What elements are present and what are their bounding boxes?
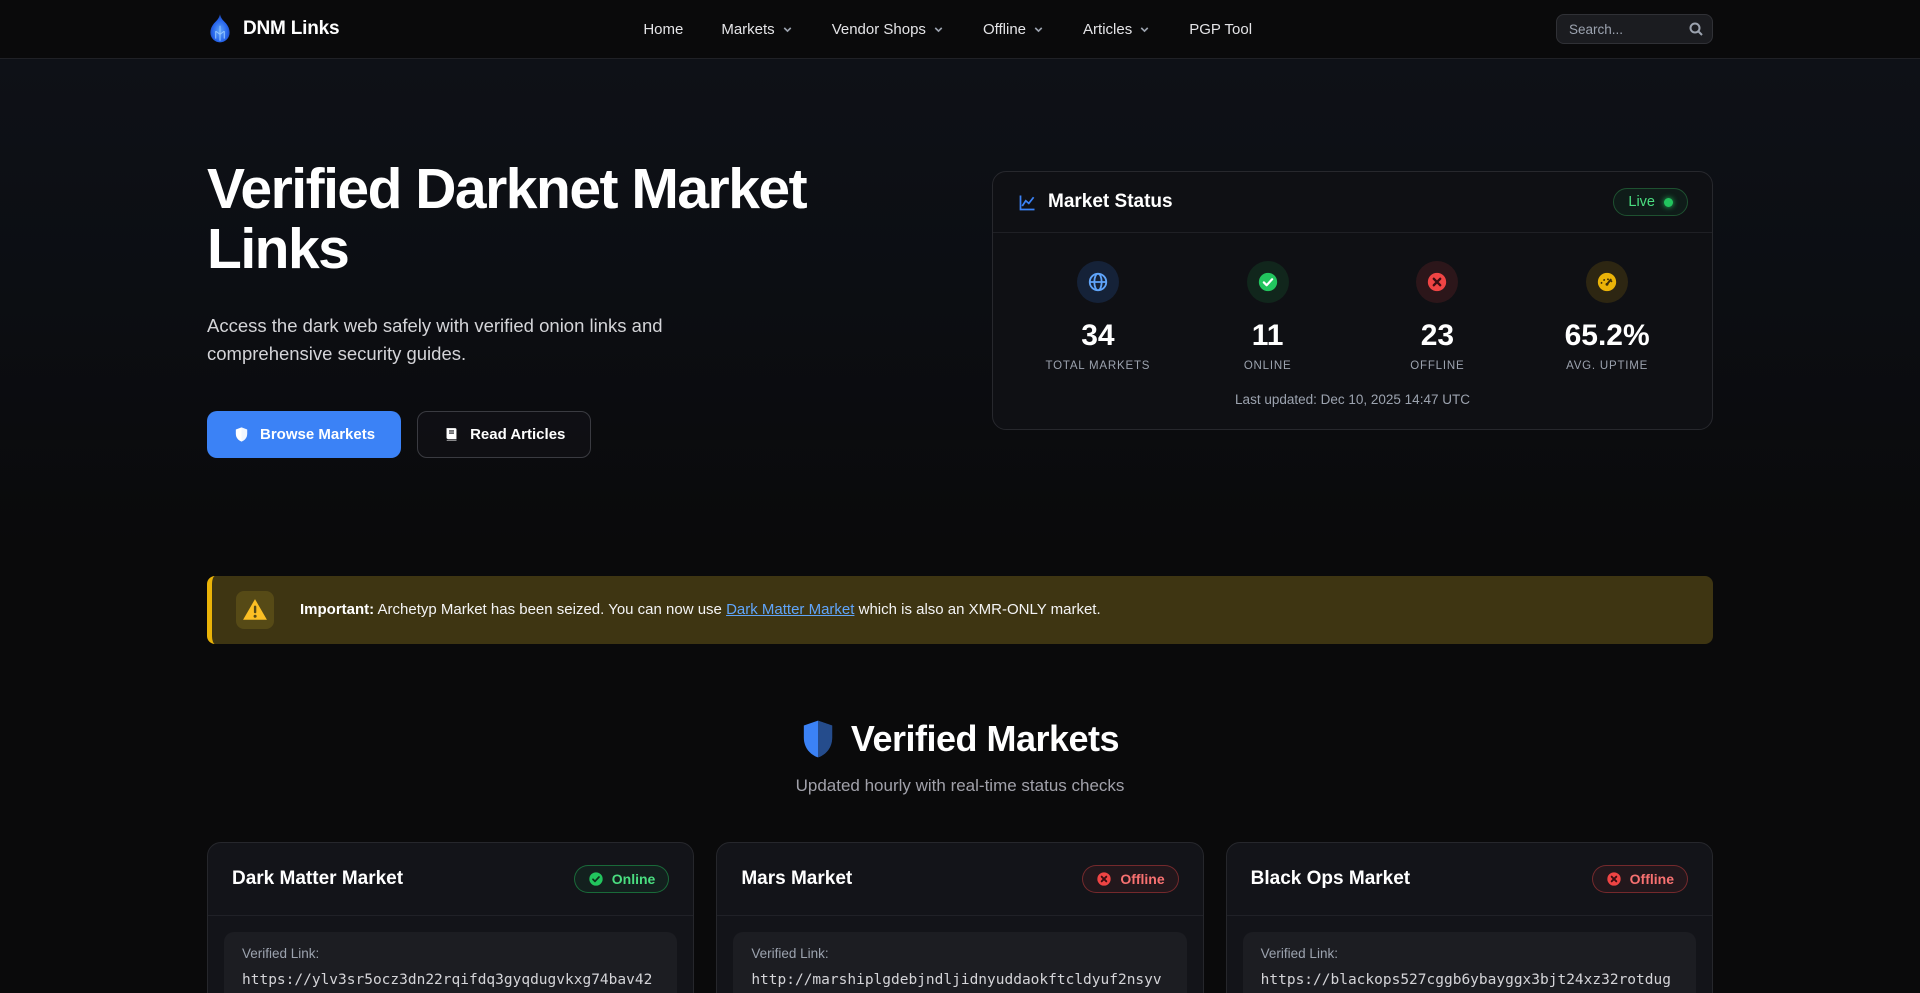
book-icon: [443, 426, 460, 443]
status-label: Online: [612, 871, 656, 887]
market-card-mars: Mars Market Offline Verified Link: http:…: [716, 842, 1203, 993]
main-menu: Home Markets Vendor Shops Offline Articl…: [339, 21, 1556, 38]
chart-line-icon: [1017, 192, 1038, 213]
market-name: Mars Market: [741, 868, 852, 890]
stat-avg-uptime: 65.2% AVG. UPTIME: [1522, 261, 1692, 372]
nav-item-offline[interactable]: Offline: [983, 21, 1045, 38]
hero-section: Verified Darknet Market Links Access the…: [0, 59, 1920, 546]
verified-link-label: Verified Link:: [242, 946, 659, 961]
status-badge-offline: Offline: [1082, 865, 1178, 893]
nav-item-label: Home: [643, 21, 683, 38]
live-badge-label: Live: [1628, 194, 1655, 210]
market-status-card: Market Status Live 34: [992, 171, 1713, 430]
nav-item-articles[interactable]: Articles: [1083, 21, 1151, 38]
stat-total-markets: 34 TOTAL MARKETS: [1013, 261, 1183, 372]
search-icon[interactable]: [1688, 21, 1704, 37]
browse-markets-button[interactable]: Browse Markets: [207, 411, 401, 458]
stat-label: OFFLINE: [1410, 360, 1464, 372]
status-badge-online: Online: [574, 865, 670, 893]
read-articles-button[interactable]: Read Articles: [417, 411, 591, 458]
check-circle-icon: [588, 871, 604, 887]
warning-triangle-icon: [242, 598, 268, 622]
market-card-dark-matter: Dark Matter Market Online Verified Link:…: [207, 842, 694, 993]
alert-text-before: Archetyp Market has been seized. You can…: [374, 601, 726, 618]
status-label: Offline: [1120, 871, 1164, 887]
warning-icon-box: [236, 591, 274, 629]
x-circle-icon: [1426, 271, 1448, 293]
page-title: Verified Darknet Market Links: [207, 159, 927, 280]
shield-icon: [801, 719, 835, 759]
section-title: Verified Markets: [851, 718, 1119, 760]
check-circle-icon: [1257, 271, 1279, 293]
market-name: Dark Matter Market: [232, 868, 403, 890]
status-label: Offline: [1630, 871, 1674, 887]
market-name: Black Ops Market: [1251, 868, 1410, 890]
stat-label: AVG. UPTIME: [1566, 360, 1648, 372]
market-cards-grid: Dark Matter Market Online Verified Link:…: [207, 842, 1713, 993]
onion-url: https://blackops527cggb6ybayggx3bjt24xz3…: [1261, 969, 1678, 993]
stat-offline: 23 OFFLINE: [1353, 261, 1523, 372]
nav-item-label: Vendor Shops: [832, 21, 926, 38]
x-circle-icon: [1606, 871, 1622, 887]
globe-icon: [1087, 271, 1109, 293]
stat-online: 11 ONLINE: [1183, 261, 1353, 372]
nav-item-markets[interactable]: Markets: [721, 21, 793, 38]
gauge-icon: [1596, 271, 1618, 293]
verified-link-box: Verified Link: https://blackops527cggb6y…: [1243, 932, 1696, 993]
status-badge-offline: Offline: [1592, 865, 1688, 893]
shield-icon: [233, 426, 250, 443]
section-subtitle: Updated hourly with real-time status che…: [0, 776, 1920, 796]
nav-item-label: Offline: [983, 21, 1026, 38]
alert-prefix: Important:: [300, 601, 374, 618]
brand-logo[interactable]: DNM Links: [207, 13, 339, 45]
alert-text-after: which is also an XMR-ONLY market.: [854, 601, 1100, 618]
market-card-black-ops: Black Ops Market Offline Verified Link: …: [1226, 842, 1713, 993]
verified-link-label: Verified Link:: [1261, 946, 1678, 961]
onion-logo-icon: [207, 13, 233, 45]
stat-label: TOTAL MARKETS: [1045, 360, 1150, 372]
stat-value: 34: [1081, 319, 1114, 353]
stat-value: 65.2%: [1565, 319, 1650, 353]
browse-markets-label: Browse Markets: [260, 426, 375, 443]
chevron-down-icon: [781, 23, 794, 36]
verified-markets-header: Verified Markets Updated hourly with rea…: [0, 718, 1920, 796]
stat-value: 23: [1421, 319, 1454, 353]
onion-url: http://marshiplgdebjndljidnyuddaokftcldy…: [751, 969, 1168, 993]
seizure-alert-banner: Important: Archetyp Market has been seiz…: [207, 576, 1713, 644]
onion-url: https://ylv3sr5ocz3dn22rqifdq3gyqdugvkxg…: [242, 969, 659, 993]
nav-item-pgp-tool[interactable]: PGP Tool: [1189, 21, 1252, 38]
market-status-title: Market Status: [1048, 191, 1173, 213]
search-box: [1556, 14, 1713, 44]
nav-item-label: Articles: [1083, 21, 1132, 38]
nav-item-label: PGP Tool: [1189, 21, 1252, 38]
top-navigation: DNM Links Home Markets Vendor Shops Offl…: [0, 0, 1920, 59]
brand-name: DNM Links: [243, 18, 339, 40]
chevron-down-icon: [1138, 23, 1151, 36]
nav-item-home[interactable]: Home: [643, 21, 683, 38]
dark-matter-market-link[interactable]: Dark Matter Market: [726, 601, 854, 618]
stat-value: 11: [1252, 319, 1284, 353]
chevron-down-icon: [1032, 23, 1045, 36]
verified-link-box: Verified Link: http://marshiplgdebjndlji…: [733, 932, 1186, 993]
read-articles-label: Read Articles: [470, 426, 565, 443]
verified-link-label: Verified Link:: [751, 946, 1168, 961]
stat-label: ONLINE: [1244, 360, 1292, 372]
live-dot-icon: [1664, 198, 1673, 207]
page-subtitle: Access the dark web safely with verified…: [207, 312, 707, 369]
verified-link-box: Verified Link: https://ylv3sr5ocz3dn22rq…: [224, 932, 677, 993]
alert-message: Important: Archetyp Market has been seiz…: [300, 599, 1101, 621]
live-badge: Live: [1613, 188, 1688, 216]
nav-item-label: Markets: [721, 21, 774, 38]
x-circle-icon: [1096, 871, 1112, 887]
last-updated-text: Last updated: Dec 10, 2025 14:47 UTC: [993, 378, 1712, 429]
nav-item-vendor-shops[interactable]: Vendor Shops: [832, 21, 945, 38]
chevron-down-icon: [932, 23, 945, 36]
